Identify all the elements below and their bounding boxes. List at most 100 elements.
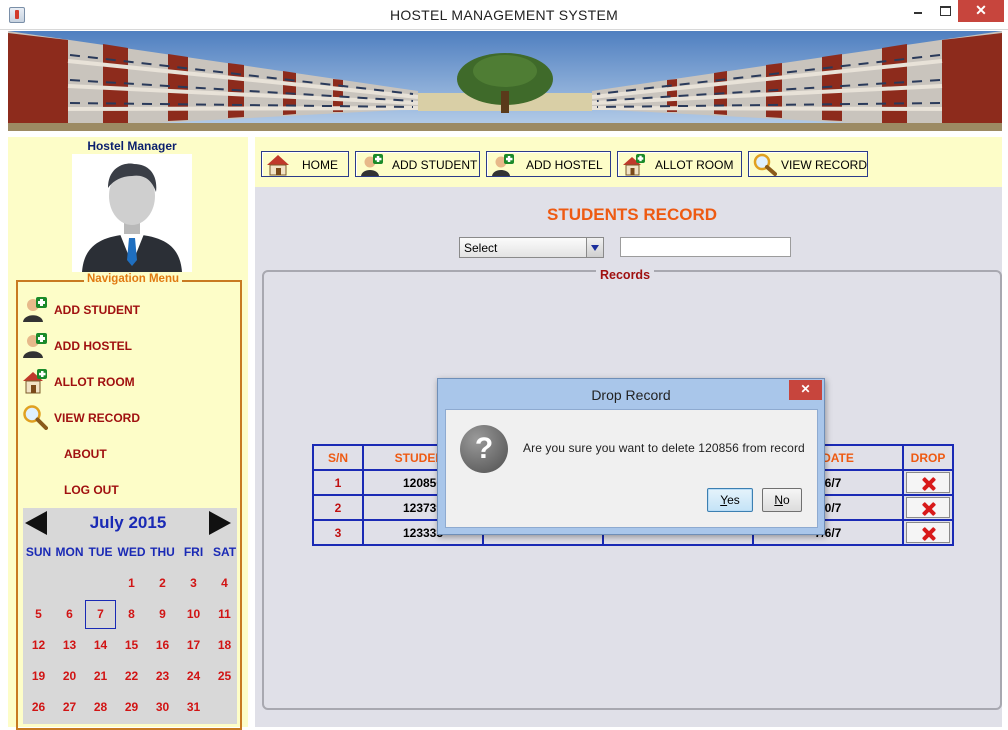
calendar-day[interactable]: 17 bbox=[178, 631, 209, 660]
calendar-day[interactable]: 3 bbox=[178, 569, 209, 598]
cell-sn: 2 bbox=[312, 494, 364, 521]
calendar-day[interactable]: 22 bbox=[116, 662, 147, 691]
calendar-day[interactable]: 6 bbox=[54, 600, 85, 629]
dialog-body: ? Are you sure you want to delete 120856… bbox=[445, 409, 818, 528]
calendar-day[interactable]: 11 bbox=[209, 600, 237, 629]
calendar-day[interactable]: 27 bbox=[54, 693, 85, 722]
toolbar-home-button[interactable]: HOME bbox=[261, 151, 349, 177]
sidebar: Hostel Manager Navigation Menu ADD STUDE… bbox=[8, 137, 248, 730]
nav-view-record[interactable]: VIEW RECORD bbox=[20, 402, 234, 432]
header-sn: S/N bbox=[312, 444, 364, 471]
calendar-day[interactable]: 19 bbox=[23, 662, 54, 691]
manager-avatar-icon bbox=[72, 154, 192, 272]
calendar-day[interactable]: 12 bbox=[23, 631, 54, 660]
nav-allot-room[interactable]: ALLOT ROOM bbox=[20, 366, 234, 396]
drop-row-button[interactable] bbox=[906, 497, 950, 518]
toolbar-home-label: HOME bbox=[302, 158, 338, 172]
dialog-close-button[interactable]: ✕ bbox=[789, 380, 822, 400]
nav-view-record-label: VIEW RECORD bbox=[54, 411, 141, 425]
calendar-day[interactable]: 13 bbox=[54, 631, 85, 660]
calendar-prev-month-button[interactable] bbox=[25, 511, 47, 535]
calendar-day[interactable]: 25 bbox=[209, 662, 237, 691]
question-icon: ? bbox=[460, 425, 508, 473]
add-user-icon bbox=[23, 333, 47, 358]
magnifier-icon bbox=[23, 405, 48, 430]
calendar-day[interactable]: 10 bbox=[178, 600, 209, 629]
calendar-day[interactable]: 29 bbox=[116, 693, 147, 722]
yes-label-rest: es bbox=[727, 493, 740, 507]
calendar-day[interactable]: 16 bbox=[147, 631, 178, 660]
close-button[interactable]: ✕ bbox=[958, 0, 1004, 22]
calendar-day[interactable]: 21 bbox=[85, 662, 116, 691]
house-add-icon bbox=[623, 154, 645, 176]
toolbar-add-hostel-label: ADD HOSTEL bbox=[526, 158, 603, 172]
add-user-icon bbox=[492, 154, 514, 176]
toolbar-add-hostel-button[interactable]: ADD HOSTEL bbox=[486, 151, 611, 177]
calendar-day[interactable]: 8 bbox=[116, 600, 147, 629]
maximize-button[interactable] bbox=[932, 0, 958, 22]
nav-about-label: ABOUT bbox=[64, 447, 107, 461]
calendar-weekday: MON bbox=[55, 545, 84, 559]
calendar-day[interactable]: 14 bbox=[85, 631, 116, 660]
house-add-icon bbox=[23, 369, 47, 394]
add-user-icon bbox=[23, 297, 47, 322]
nav-add-hostel-label: ADD HOSTEL bbox=[54, 339, 132, 353]
toolbar-allot-room-button[interactable]: ALLOT ROOM bbox=[617, 151, 742, 177]
calendar-day[interactable]: 18 bbox=[209, 631, 237, 660]
calendar-weekday: SAT bbox=[212, 545, 237, 559]
toolbar-add-student-button[interactable]: ADD STUDENT bbox=[355, 151, 480, 177]
calendar-day[interactable]: 24 bbox=[178, 662, 209, 691]
calendar-weekday: FRI bbox=[183, 545, 204, 559]
minimize-button[interactable] bbox=[904, 0, 932, 22]
calendar-day[interactable]: 28 bbox=[85, 693, 116, 722]
calendar-day[interactable]: 5 bbox=[23, 600, 54, 629]
nav-add-hostel[interactable]: ADD HOSTEL bbox=[20, 330, 234, 360]
drop-row-button[interactable] bbox=[906, 522, 950, 543]
drop-row-button[interactable] bbox=[906, 472, 950, 493]
calendar-day[interactable]: 4 bbox=[209, 569, 237, 598]
yes-button[interactable]: Yes bbox=[707, 488, 753, 512]
cell-drop bbox=[902, 469, 954, 496]
no-label-rest: o bbox=[782, 493, 790, 507]
cell-sn: 3 bbox=[312, 519, 364, 546]
toolbar-allot-room-label: ALLOT ROOM bbox=[655, 158, 734, 172]
calendar-day[interactable]: 30 bbox=[147, 693, 178, 722]
header-drop: DROP bbox=[902, 444, 954, 471]
calendar-day[interactable]: 15 bbox=[116, 631, 147, 660]
calendar-day[interactable]: 20 bbox=[54, 662, 85, 691]
calendar-weekday: TUE bbox=[88, 545, 113, 559]
calendar: July 2015 SUN MON TUE WED THU FRI SAT 1 2 3 4 5 6 7 8 9… bbox=[23, 508, 237, 724]
dialog-title: Drop Record bbox=[591, 387, 671, 403]
calendar-day[interactable]: 23 bbox=[147, 662, 178, 691]
manager-title: Hostel Manager bbox=[87, 139, 177, 153]
magnifier-icon bbox=[753, 153, 777, 176]
calendar-day[interactable]: 2 bbox=[147, 569, 178, 598]
cell-sn: 1 bbox=[312, 469, 364, 496]
dialog-message: Are you sure you want to delete 120856 f… bbox=[523, 441, 805, 455]
calendar-day[interactable]: 7 bbox=[85, 600, 116, 629]
cell-drop bbox=[902, 494, 954, 521]
filter-select[interactable]: Select bbox=[459, 237, 604, 258]
cell-drop bbox=[902, 519, 954, 546]
toolbar-view-record-label: VIEW RECORD bbox=[781, 158, 868, 172]
nav-allot-room-label: ALLOT ROOM bbox=[54, 375, 135, 389]
drop-record-dialog: Drop Record ✕ ? Are you sure you want to… bbox=[437, 378, 825, 535]
nav-about[interactable]: ABOUT bbox=[20, 438, 234, 468]
calendar-day[interactable]: 31 bbox=[178, 693, 209, 722]
no-mnemonic: N bbox=[774, 493, 783, 507]
window-title: HOSTEL MANAGEMENT SYSTEM bbox=[389, 7, 619, 23]
calendar-day[interactable]: 9 bbox=[147, 600, 178, 629]
calendar-next-month-button[interactable] bbox=[209, 511, 231, 535]
no-button[interactable]: No bbox=[762, 488, 802, 512]
nav-add-student[interactable]: ADD STUDENT bbox=[20, 294, 234, 324]
search-input[interactable] bbox=[620, 237, 791, 257]
toolbar-add-student-label: ADD STUDENT bbox=[392, 158, 478, 172]
toolbar-view-record-button[interactable]: VIEW RECORD bbox=[748, 151, 868, 177]
house-icon bbox=[267, 155, 289, 176]
navigation-menu-legend: Navigation Menu bbox=[84, 273, 183, 285]
nav-log-out[interactable]: LOG OUT bbox=[20, 474, 234, 504]
calendar-month-label: July 2015 bbox=[89, 513, 167, 532]
calendar-day[interactable]: 1 bbox=[116, 569, 147, 598]
calendar-weekday: THU bbox=[150, 545, 175, 559]
calendar-day[interactable]: 26 bbox=[23, 693, 54, 722]
